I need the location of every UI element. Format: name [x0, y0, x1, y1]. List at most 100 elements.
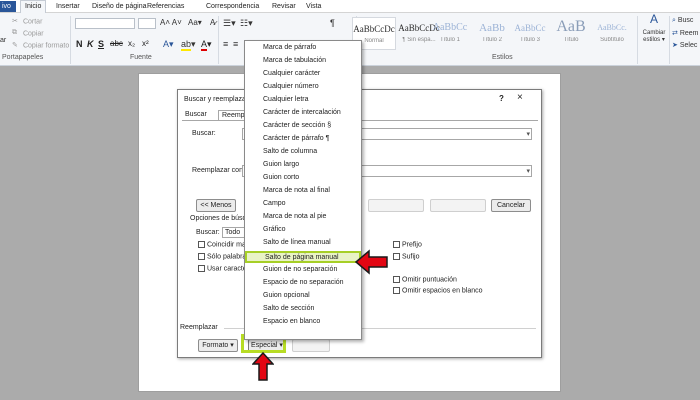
find-button[interactable]: ⌕ Busc: [672, 17, 693, 25]
style-name: Título 1: [439, 37, 460, 43]
align-center-icon[interactable]: ≡: [233, 39, 238, 49]
change-case-icon[interactable]: Aa▾: [188, 18, 202, 27]
text-effects-icon[interactable]: A▾: [163, 39, 174, 50]
no-formatting-button[interactable]: [292, 339, 330, 352]
menu-item-manual-line-break[interactable]: Salto de línea manual: [263, 239, 331, 246]
find-label: Busc: [677, 17, 694, 24]
numbering-icon[interactable]: ☷▾: [240, 18, 253, 29]
replace-all-button[interactable]: [368, 199, 424, 212]
select-button[interactable]: ➤ Selec: [672, 41, 697, 49]
find-label: Buscar:: [192, 130, 216, 137]
help-icon[interactable]: ?: [499, 94, 504, 103]
menu-item-section-char[interactable]: Carácter de sección §: [263, 122, 331, 129]
find-next-button[interactable]: [430, 199, 486, 212]
match-case-checkbox[interactable]: Coincidir may: [198, 241, 249, 248]
format-painter-button[interactable]: ✎ Copiar formato: [12, 41, 69, 50]
subscript-icon[interactable]: x₂: [128, 39, 135, 48]
menu-item-nonbreaking-space[interactable]: Espacio de no separación: [263, 279, 344, 286]
menu-item-tab-mark[interactable]: Marca de tabulación: [263, 57, 326, 64]
checkbox-box[interactable]: [393, 287, 400, 294]
ignore-punctuation-checkbox[interactable]: Omitir puntuación: [393, 276, 457, 283]
style-heading-1[interactable]: AaBbCc Título 1: [428, 17, 472, 50]
copy-icon: ⧉: [12, 29, 17, 36]
chevron-down-icon[interactable]: ▾: [526, 167, 530, 175]
align-left-icon[interactable]: ≡: [223, 39, 228, 49]
style-subtitle[interactable]: AaBbCc. Subtítulo: [590, 17, 634, 50]
tab-find[interactable]: Buscar: [182, 110, 210, 119]
bold-icon[interactable]: N: [76, 39, 83, 49]
grow-shrink-font-icon[interactable]: A˄ A˅: [160, 18, 182, 27]
format-button[interactable]: Formato ▾: [198, 339, 238, 352]
style-name: Subtítulo: [600, 37, 624, 43]
dialog-title: Buscar y reemplazar: [184, 96, 249, 103]
menu-item-nonbreaking-hyphen[interactable]: Guion de no separación: [263, 266, 337, 273]
menu-item-manual-page-break[interactable]: Salto de página manual: [245, 251, 361, 263]
tab-home[interactable]: Inicio: [20, 0, 47, 13]
suffix-checkbox[interactable]: Sufijo: [393, 253, 420, 260]
close-icon[interactable]: ×: [517, 92, 523, 103]
style-sample: AaBbCc: [514, 23, 546, 33]
paste-button[interactable]: ar: [0, 37, 6, 44]
checkbox-box[interactable]: [198, 253, 205, 260]
highlight-color-icon[interactable]: ab▾: [181, 39, 196, 51]
replace-button[interactable]: ⇄ Reem: [672, 29, 699, 37]
strikethrough-icon[interactable]: abc: [110, 39, 123, 48]
checkbox-box[interactable]: [198, 241, 205, 248]
style-name: Título: [563, 37, 579, 43]
menu-item-caret[interactable]: Carácter de intercalación: [263, 109, 341, 116]
menu-item-footnote-mark[interactable]: Marca de nota al pie: [263, 213, 326, 220]
menu-item-field[interactable]: Campo: [263, 200, 286, 207]
menu-item-paragraph-char[interactable]: Carácter de párrafo ¶: [263, 135, 329, 142]
menu-item-paragraph-mark[interactable]: Marca de párrafo: [263, 44, 316, 51]
prefix-checkbox[interactable]: Prefijo: [393, 241, 422, 248]
tab-view[interactable]: Vista: [306, 1, 321, 12]
select-icon: ➤: [672, 42, 678, 49]
tab-page-layout[interactable]: Diseño de página: [92, 1, 147, 12]
chevron-down-icon[interactable]: ▾: [526, 130, 530, 138]
style-sample: AaBbCc: [432, 22, 468, 33]
whole-words-checkbox[interactable]: Sólo palabras: [198, 253, 250, 260]
underline-icon[interactable]: S: [98, 39, 104, 49]
scissors-icon: ✂: [12, 18, 18, 25]
style-heading-3[interactable]: AaBbCc Título 3: [508, 17, 552, 50]
checkbox-box[interactable]: [393, 241, 400, 248]
tab-review[interactable]: Revisar: [272, 1, 296, 12]
menu-item-any-character[interactable]: Cualquier carácter: [263, 70, 320, 77]
change-styles-button[interactable]: A Cambiar estilos ▾: [641, 13, 667, 44]
font-size-box[interactable]: [138, 18, 156, 29]
pilcrow-icon[interactable]: ¶: [330, 18, 335, 28]
tab-mailings[interactable]: Correspondencia: [206, 1, 259, 12]
font-name-box[interactable]: [75, 18, 135, 29]
menu-item-graphic[interactable]: Gráfico: [263, 226, 286, 233]
ribbon-tab-bar: ivo Inicio Insertar Diseño de página Ref…: [0, 0, 700, 13]
menu-item-section-break[interactable]: Salto de sección: [263, 305, 314, 312]
menu-item-optional-hyphen[interactable]: Guion opcional: [263, 292, 310, 299]
superscript-icon[interactable]: x²: [142, 39, 149, 48]
font-color-icon[interactable]: A▾: [201, 39, 212, 51]
checkbox-box[interactable]: [198, 265, 205, 272]
clear-format-icon[interactable]: A̷: [210, 18, 215, 27]
style-title[interactable]: AaB Título: [549, 17, 593, 50]
checkbox-box[interactable]: [393, 253, 400, 260]
menu-item-endnote-mark[interactable]: Marca de nota al final: [263, 187, 330, 194]
replace-section-label: Reemplazar: [180, 324, 218, 331]
ignore-whitespace-checkbox[interactable]: Omitir espacios en blanco: [393, 287, 483, 294]
menu-item-em-dash[interactable]: Guion largo: [263, 161, 299, 168]
select-label: Selec: [679, 42, 698, 49]
tab-file[interactable]: ivo: [0, 1, 16, 12]
cut-button[interactable]: ✂ Cortar: [12, 17, 42, 26]
menu-item-column-break[interactable]: Salto de columna: [263, 148, 317, 155]
tab-references[interactable]: Referencias: [147, 1, 184, 12]
checkbox-box[interactable]: [393, 276, 400, 283]
bullets-icon[interactable]: ☰▾: [223, 18, 236, 29]
italic-icon[interactable]: K: [87, 39, 94, 49]
menu-item-white-space[interactable]: Espacio en blanco: [263, 318, 320, 325]
menu-item-en-dash[interactable]: Guion corto: [263, 174, 299, 181]
font-group-label: Fuente: [130, 54, 152, 61]
copy-button[interactable]: ⧉ Copiar: [12, 29, 44, 38]
less-button[interactable]: << Menos: [196, 199, 236, 212]
menu-item-any-digit[interactable]: Cualquier número: [263, 83, 319, 90]
cancel-button[interactable]: Cancelar: [491, 199, 531, 212]
menu-item-any-letter[interactable]: Cualquier letra: [263, 96, 309, 103]
tab-insert[interactable]: Insertar: [56, 1, 80, 12]
